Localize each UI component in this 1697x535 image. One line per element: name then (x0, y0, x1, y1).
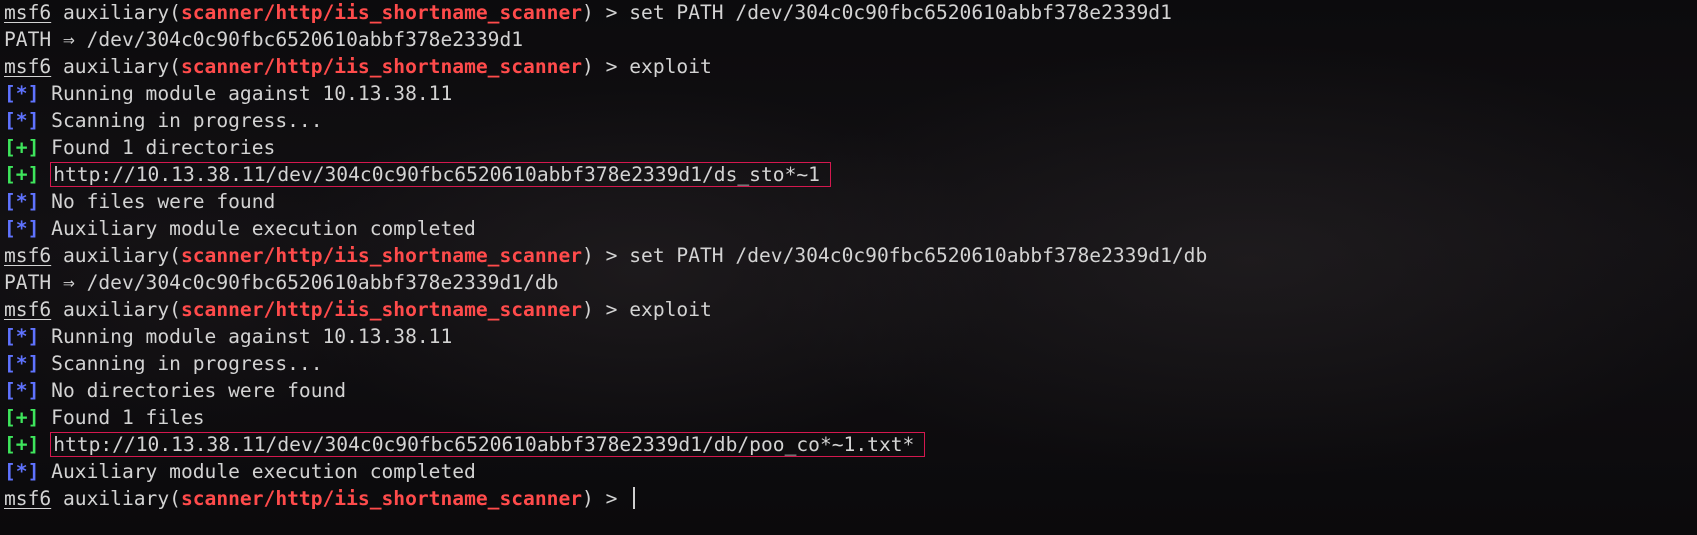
info-tag: [*] (4, 460, 40, 483)
output-line: [+] http://10.13.38.11/dev/304c0c90fbc65… (4, 431, 1207, 458)
terminal-output: msf6 auxiliary(scanner/http/iis_shortnam… (4, 0, 1207, 512)
prompt-context-close: ) > (582, 1, 630, 24)
prompt-line: msf6 auxiliary(scanner/http/iis_shortnam… (4, 242, 1207, 269)
prompt-context-open: auxiliary( (51, 1, 181, 24)
output-line: [*] Scanning in progress... (4, 107, 1207, 134)
highlighted-result-url: http://10.13.38.11/dev/304c0c90fbc652061… (50, 432, 926, 457)
output-line: PATH ⇒ /dev/304c0c90fbc6520610abbf378e23… (4, 26, 1207, 53)
output-text: Scanning in progress... (39, 352, 323, 375)
output-text: PATH ⇒ /dev/304c0c90fbc6520610abbf378e23… (4, 28, 524, 51)
prompt-module: scanner/http/iis_shortname_scanner (180, 298, 583, 321)
success-tag: [+] (4, 406, 40, 429)
output-line: PATH ⇒ /dev/304c0c90fbc6520610abbf378e23… (4, 269, 1207, 296)
output-line: [*] Running module against 10.13.38.11 (4, 323, 1207, 350)
prompt-context-open: auxiliary( (51, 487, 181, 510)
active-prompt-line[interactable]: msf6 auxiliary(scanner/http/iis_shortnam… (4, 485, 1207, 512)
info-tag: [*] (4, 325, 40, 348)
prompt-name: msf6 (4, 298, 52, 321)
output-line: [*] No directories were found (4, 377, 1207, 404)
prompt-name: msf6 (4, 244, 52, 267)
prompt-context-close: ) > (582, 244, 630, 267)
output-text: Scanning in progress... (39, 109, 323, 132)
prompt-module: scanner/http/iis_shortname_scanner (180, 1, 583, 24)
info-tag: [*] (4, 109, 40, 132)
output-text: Found 1 files (39, 406, 205, 429)
output-line: [+] Found 1 files (4, 404, 1207, 431)
output-text: Running module against 10.13.38.11 (39, 325, 453, 348)
output-text: Auxiliary module execution completed (39, 217, 476, 240)
info-tag: [*] (4, 82, 40, 105)
terminal-window[interactable]: msf6 auxiliary(scanner/http/iis_shortnam… (0, 0, 1697, 535)
prompt-line: msf6 auxiliary(scanner/http/iis_shortnam… (4, 53, 1207, 80)
command-text: set PATH /dev/304c0c90fbc6520610abbf378e… (629, 1, 1172, 24)
output-line: [+] Found 1 directories (4, 134, 1207, 161)
prompt-name: msf6 (4, 487, 52, 510)
info-tag: [*] (4, 352, 40, 375)
prompt-module: scanner/http/iis_shortname_scanner (180, 487, 583, 510)
prompt-name: msf6 (4, 55, 52, 78)
command-text: set PATH /dev/304c0c90fbc6520610abbf378e… (629, 244, 1208, 267)
prompt-line: msf6 auxiliary(scanner/http/iis_shortnam… (4, 0, 1207, 26)
command-text: exploit (629, 298, 712, 321)
output-line: [*] Running module against 10.13.38.11 (4, 80, 1207, 107)
output-text: No files were found (39, 190, 276, 213)
output-text: Found 1 directories (39, 136, 276, 159)
prompt-context-open: auxiliary( (51, 55, 181, 78)
output-text: Running module against 10.13.38.11 (39, 82, 453, 105)
prompt-context-close: ) > (582, 55, 630, 78)
prompt-module: scanner/http/iis_shortname_scanner (180, 55, 583, 78)
prompt-module: scanner/http/iis_shortname_scanner (180, 244, 583, 267)
command-text: exploit (629, 55, 712, 78)
output-text: No directories were found (39, 379, 347, 402)
output-line: [*] Scanning in progress... (4, 350, 1207, 377)
prompt-line: msf6 auxiliary(scanner/http/iis_shortnam… (4, 296, 1207, 323)
output-line: [*] No files were found (4, 188, 1207, 215)
prompt-context-close: ) > (582, 487, 630, 510)
success-tag: [+] (4, 433, 40, 456)
success-tag: [+] (4, 136, 40, 159)
info-tag: [*] (4, 379, 40, 402)
highlight-space (39, 433, 51, 456)
output-line: [*] Auxiliary module execution completed (4, 458, 1207, 485)
highlighted-result-url: http://10.13.38.11/dev/304c0c90fbc652061… (50, 162, 831, 187)
output-text: PATH ⇒ /dev/304c0c90fbc6520610abbf378e23… (4, 271, 559, 294)
prompt-context-open: auxiliary( (51, 298, 181, 321)
prompt-context-open: auxiliary( (51, 244, 181, 267)
prompt-context-close: ) > (582, 298, 630, 321)
output-line: [*] Auxiliary module execution completed (4, 215, 1207, 242)
text-cursor (633, 487, 636, 509)
success-tag: [+] (4, 163, 40, 186)
output-text: Auxiliary module execution completed (39, 460, 476, 483)
highlight-space (39, 163, 51, 186)
info-tag: [*] (4, 217, 40, 240)
output-line: [+] http://10.13.38.11/dev/304c0c90fbc65… (4, 161, 1207, 188)
info-tag: [*] (4, 190, 40, 213)
prompt-name: msf6 (4, 1, 52, 24)
